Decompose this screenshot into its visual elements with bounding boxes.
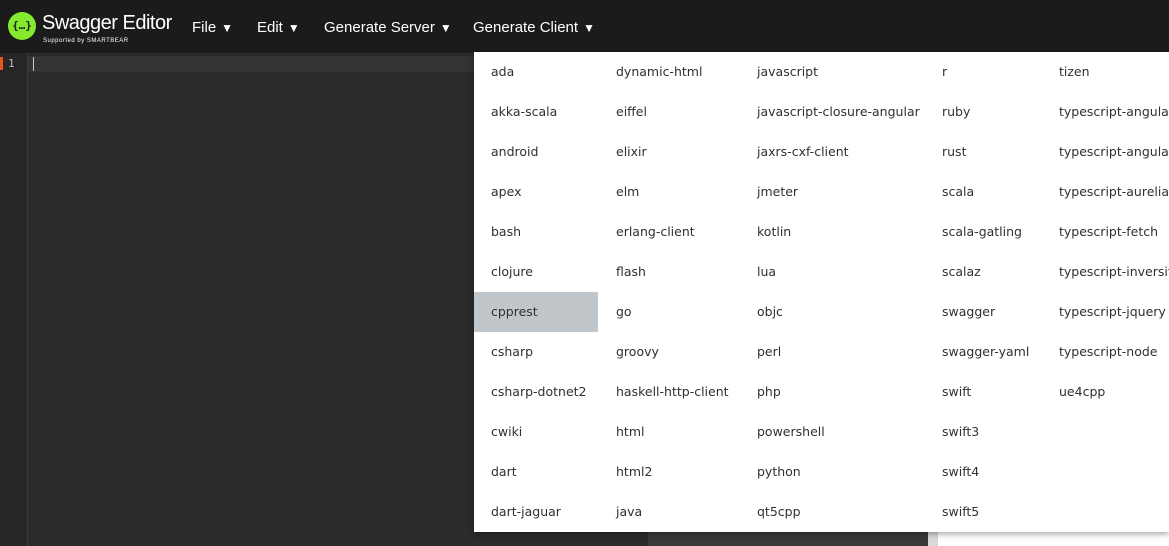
client-option-typescript-angularjs[interactable]: typescript-angularjs bbox=[1042, 132, 1169, 172]
client-option-elm[interactable]: elm bbox=[599, 172, 740, 212]
client-option-cwiki[interactable]: cwiki bbox=[474, 412, 598, 452]
client-option-kotlin[interactable]: kotlin bbox=[740, 212, 925, 252]
client-option-swift5[interactable]: swift5 bbox=[925, 492, 1042, 532]
client-option-akka-scala[interactable]: akka-scala bbox=[474, 92, 598, 132]
client-option-typescript-inversify[interactable]: typescript-inversify bbox=[1042, 252, 1169, 292]
client-option-tizen[interactable]: tizen bbox=[1042, 52, 1169, 92]
client-option-typescript-fetch[interactable]: typescript-fetch bbox=[1042, 212, 1169, 252]
error-marker-icon[interactable] bbox=[0, 57, 3, 70]
app-title: Swagger Editor bbox=[42, 12, 172, 34]
client-option-ada[interactable]: ada bbox=[474, 52, 598, 92]
client-option-dart[interactable]: dart bbox=[474, 452, 598, 492]
client-option-html2[interactable]: html2 bbox=[599, 452, 740, 492]
client-option-scala-gatling[interactable]: scala-gatling bbox=[925, 212, 1042, 252]
menu-edit[interactable]: Edit ▼ bbox=[257, 17, 300, 39]
menu-edit-label: Edit bbox=[257, 19, 283, 36]
client-option-ue4cpp[interactable]: ue4cpp bbox=[1042, 372, 1169, 412]
client-option-php[interactable]: php bbox=[740, 372, 925, 412]
client-option-typescript-aurelia[interactable]: typescript-aurelia bbox=[1042, 172, 1169, 212]
client-option-erlang-client[interactable]: erlang-client bbox=[599, 212, 740, 252]
client-option-java[interactable]: java bbox=[599, 492, 740, 532]
menu-generate-server-label: Generate Server bbox=[324, 19, 435, 36]
client-option-objc[interactable]: objc bbox=[740, 292, 925, 332]
client-option-swift[interactable]: swift bbox=[925, 372, 1042, 412]
preview-divider bbox=[648, 532, 928, 546]
client-option-ruby[interactable]: ruby bbox=[925, 92, 1042, 132]
swagger-logo-icon[interactable]: {…} bbox=[8, 12, 36, 40]
menu-generate-client-label: Generate Client bbox=[473, 19, 579, 36]
client-option-groovy[interactable]: groovy bbox=[599, 332, 740, 372]
client-option-r[interactable]: r bbox=[925, 52, 1042, 92]
client-option-html[interactable]: html bbox=[599, 412, 740, 452]
client-option-apex[interactable]: apex bbox=[474, 172, 598, 212]
client-option-javascript-closure-angular[interactable]: javascript-closure-angular bbox=[740, 92, 925, 132]
app-subtitle: Supported by SMARTBEAR bbox=[43, 38, 129, 44]
menu-file[interactable]: File ▼ bbox=[192, 17, 233, 39]
client-option-cpprest[interactable]: cpprest bbox=[474, 292, 598, 332]
client-option-clojure[interactable]: clojure bbox=[474, 252, 598, 292]
client-option-dart-jaguar[interactable]: dart-jaguar bbox=[474, 492, 598, 532]
client-option-javascript[interactable]: javascript bbox=[740, 52, 925, 92]
caret-down-icon: ▼ bbox=[287, 21, 300, 35]
client-option-typescript-jquery[interactable]: typescript-jquery bbox=[1042, 292, 1169, 332]
text-cursor bbox=[33, 57, 34, 71]
client-option-scalaz[interactable]: scalaz bbox=[925, 252, 1042, 292]
client-option-go[interactable]: go bbox=[599, 292, 740, 332]
client-option-android[interactable]: android bbox=[474, 132, 598, 172]
client-option-jmeter[interactable]: jmeter bbox=[740, 172, 925, 212]
client-option-typescript-angular[interactable]: typescript-angular bbox=[1042, 92, 1169, 132]
line-number: 1 bbox=[8, 57, 15, 70]
menu-file-label: File bbox=[192, 19, 217, 36]
client-option-dynamic-html[interactable]: dynamic-html bbox=[599, 52, 740, 92]
menu-generate-client[interactable]: Generate Client ▼ bbox=[473, 17, 595, 39]
client-option-flash[interactable]: flash bbox=[599, 252, 740, 292]
client-option-jaxrs-cxf-client[interactable]: jaxrs-cxf-client bbox=[740, 132, 925, 172]
preview-edge bbox=[928, 532, 938, 546]
caret-down-icon: ▼ bbox=[221, 21, 234, 35]
client-option-qt5cpp[interactable]: qt5cpp bbox=[740, 492, 925, 532]
client-option-lua[interactable]: lua bbox=[740, 252, 925, 292]
client-option-python[interactable]: python bbox=[740, 452, 925, 492]
menu-generate-server[interactable]: Generate Server ▼ bbox=[324, 17, 452, 39]
generate-client-dropdown: ada akka-scala android apex bash clojure cppre… bbox=[474, 52, 1169, 532]
top-bar: {…} Swagger Editor Supported by SMARTBEA… bbox=[0, 0, 1169, 53]
client-option-scala[interactable]: scala bbox=[925, 172, 1042, 212]
client-option-powershell[interactable]: powershell bbox=[740, 412, 925, 452]
client-option-swift4[interactable]: swift4 bbox=[925, 452, 1042, 492]
client-option-swagger[interactable]: swagger bbox=[925, 292, 1042, 332]
client-option-swift3[interactable]: swift3 bbox=[925, 412, 1042, 452]
editor-gutter: 1 bbox=[0, 53, 28, 546]
client-option-csharp[interactable]: csharp bbox=[474, 332, 598, 372]
client-option-perl[interactable]: perl bbox=[740, 332, 925, 372]
client-option-typescript-node[interactable]: typescript-node bbox=[1042, 332, 1169, 372]
client-option-bash[interactable]: bash bbox=[474, 212, 598, 252]
client-option-haskell-http-client[interactable]: haskell-http-client bbox=[599, 372, 740, 412]
client-option-swagger-yaml[interactable]: swagger-yaml bbox=[925, 332, 1042, 372]
client-option-rust[interactable]: rust bbox=[925, 132, 1042, 172]
client-option-csharp-dotnet2[interactable]: csharp-dotnet2 bbox=[474, 372, 598, 412]
client-option-eiffel[interactable]: eiffel bbox=[599, 92, 740, 132]
caret-down-icon: ▼ bbox=[583, 21, 595, 35]
client-option-elixir[interactable]: elixir bbox=[599, 132, 740, 172]
caret-down-icon: ▼ bbox=[439, 21, 452, 35]
